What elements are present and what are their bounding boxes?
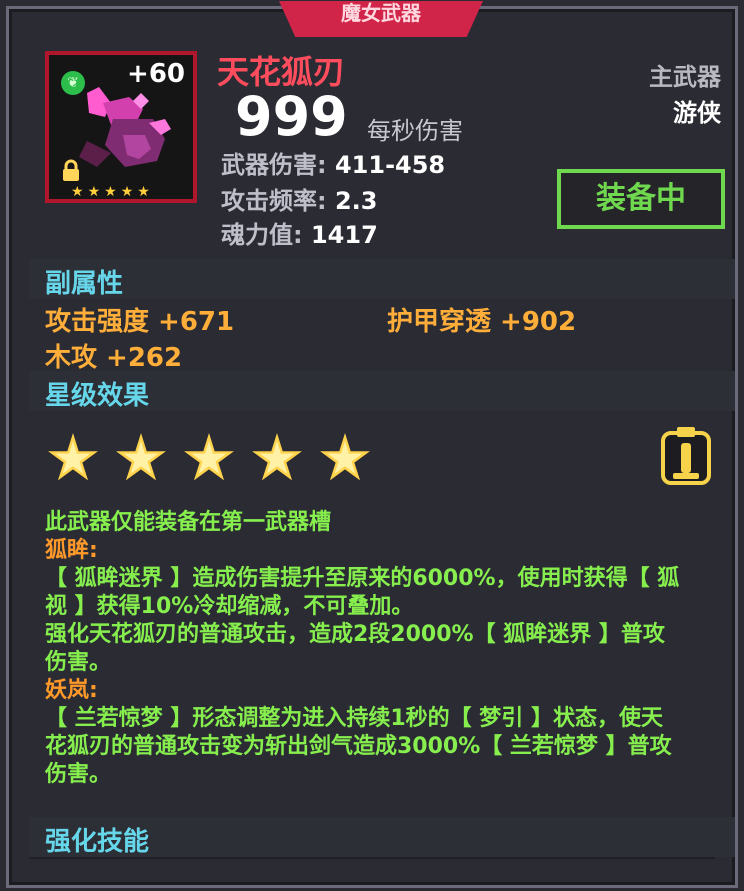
- star-icon: [48, 433, 98, 481]
- witch-weapon-banner: 魔女武器: [279, 1, 483, 37]
- weapon-damage-stat: 武器伤害: 411-458: [221, 145, 445, 180]
- star-icon: [184, 433, 234, 481]
- desc-line: 伤害。: [45, 650, 112, 675]
- stat-label: 武器伤害:: [221, 151, 327, 179]
- enhance-section-title: 强化技能: [45, 827, 150, 857]
- weapon-star-row: ★ ★ ★ ★ ★: [71, 185, 150, 199]
- wood-attack-attr: 木攻 +262: [45, 343, 183, 373]
- weapon-icon-frame[interactable]: ❦ +60 ★ ★ ★ ★ ★: [45, 51, 197, 203]
- info-icon[interactable]: [657, 425, 715, 489]
- dps-value: 999: [235, 85, 348, 148]
- weapon-art-icon: [79, 87, 171, 167]
- lock-icon: [63, 159, 79, 181]
- stat-value: 1417: [310, 221, 378, 249]
- star-icon: ★: [104, 184, 117, 200]
- stat-value: 411-458: [334, 151, 446, 179]
- desc-line: 【 狐眸迷界 】造成伤害提升至原来的6000%，使用时获得【 狐: [45, 566, 680, 591]
- divider: [29, 857, 715, 859]
- desc-line: 伤害。: [45, 762, 112, 787]
- soul-power-stat: 魂力值: 1417: [221, 215, 378, 250]
- secondary-section-bg: [29, 259, 735, 299]
- class-label: 游侠: [673, 99, 721, 127]
- attack-rate-stat: 攻击频率: 2.3: [221, 181, 377, 216]
- star-icon: ★: [137, 184, 150, 200]
- equipped-button[interactable]: 装备中: [557, 169, 725, 229]
- star-effect-stars: [47, 433, 371, 485]
- desc-line: 强化天花狐刃的普通攻击，造成2段2000%【 狐眸迷界 】普攻: [45, 622, 665, 647]
- star-effect-section-title: 星级效果: [45, 381, 150, 411]
- desc-line: 视 】获得10%冷却缩减，不可叠加。: [45, 594, 414, 619]
- stat-value: 2.3: [334, 187, 378, 215]
- stat-label: 攻击频率:: [221, 187, 327, 215]
- dps-label: 每秒伤害: [367, 117, 463, 145]
- armor-penetration-attr: 护甲穿透 +902: [387, 307, 577, 337]
- weapon-slot-label: 主武器: [649, 63, 721, 91]
- skill-title-demon-mist: 妖岚:: [45, 678, 98, 703]
- star-icon: ★: [120, 184, 134, 200]
- desc-line: 此武器仅能装备在第一武器槽: [45, 510, 332, 535]
- attack-power-attr: 攻击强度 +671: [45, 307, 235, 337]
- weapon-detail-panel: 魔女武器 ❦ +60 ★ ★ ★ ★ ★ 天花狐刃 999 每秒伤害 武器伤害:: [6, 1, 738, 888]
- stat-label: 魂力值:: [221, 221, 303, 249]
- skill-title-fox-eye: 狐眸:: [45, 538, 98, 563]
- star-icon: [252, 433, 302, 481]
- star-icon: [116, 433, 166, 481]
- desc-line: 【 兰若惊梦 】形态调整为进入持续1秒的【 梦引 】状态，使天: [45, 706, 663, 731]
- star-icon: ★: [71, 184, 84, 200]
- star-icon: ★: [87, 184, 101, 200]
- star-icon: [320, 433, 370, 481]
- desc-line: 花狐刃的普通攻击变为斩出剑气造成3000%【 兰若惊梦 】普攻: [45, 734, 672, 759]
- secondary-section-title: 副属性: [45, 269, 124, 299]
- banner-label: 魔女武器: [341, 1, 421, 25]
- star-effect-description: 此武器仅能装备在第一武器槽 狐眸: 【 狐眸迷界 】造成伤害提升至原来的6000…: [45, 509, 725, 789]
